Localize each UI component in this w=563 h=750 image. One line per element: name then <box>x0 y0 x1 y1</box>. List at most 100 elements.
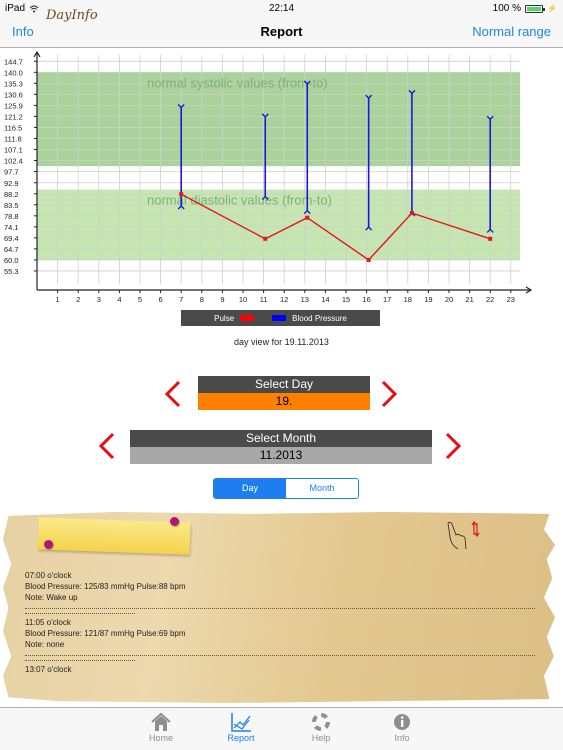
x-tick-label: 15 <box>342 295 350 304</box>
x-tick-label: 20 <box>445 295 453 304</box>
previous-month-arrow-icon[interactable] <box>96 431 118 461</box>
lifebuoy-icon <box>312 713 330 731</box>
x-tick-label: 13 <box>301 295 309 304</box>
x-tick-label: 9 <box>220 295 224 304</box>
x-tick-label: 3 <box>97 295 101 304</box>
x-tick-label: 7 <box>179 295 183 304</box>
report-chart: normal systolic values (from-to) normal d… <box>4 50 533 304</box>
tab-report[interactable]: Report <box>211 712 271 743</box>
x-tick-label: 18 <box>404 295 412 304</box>
entry-2: 11:05 o'clock Blood Pressure: 121/87 mmH… <box>25 617 535 661</box>
y-tick-label: 116.5 <box>4 123 22 132</box>
charging-icon: ⚡ <box>547 4 557 13</box>
legend-bp-swatch <box>272 315 287 321</box>
entry-measurement: Blood Pressure: 125/83 mmHg Pulse:88 bpm <box>25 582 186 591</box>
tab-info[interactable]: Info <box>372 712 432 743</box>
tab-bar: Home Report Help Info <box>0 707 563 750</box>
select-day-title: Select Day <box>198 376 370 393</box>
y-tick-label: 144.7 <box>4 57 23 66</box>
next-day-arrow-icon[interactable] <box>378 379 400 409</box>
x-tick-label: 16 <box>362 295 370 304</box>
y-tick-label: 55.3 <box>4 267 19 276</box>
battery-percent: 100 % <box>492 3 522 14</box>
x-tick-label: 1 <box>56 295 60 304</box>
y-tick-label: 78.8 <box>4 212 19 221</box>
pulse-point <box>263 236 268 241</box>
home-icon <box>151 712 171 731</box>
normal-range-button[interactable]: Normal range <box>472 24 551 39</box>
x-tick-label: 2 <box>76 295 80 304</box>
x-tick-label: 12 <box>280 295 288 304</box>
y-tick-label: 60.0 <box>4 256 19 265</box>
systolic-band-label: normal systolic values (from-to) <box>147 75 328 90</box>
x-tick-label: 11 <box>260 295 268 304</box>
entry-separator <box>25 660 135 661</box>
day-view-caption: day view for 19.11.2013 <box>234 337 329 347</box>
pulse-point <box>488 236 493 241</box>
y-tick-label: 140.0 <box>4 68 23 77</box>
x-tick-label: 5 <box>138 295 142 304</box>
pulse-point <box>409 211 414 216</box>
report-chart-icon <box>231 713 251 732</box>
chart-legend: Pulse Blood Pressure <box>181 310 380 326</box>
x-tick-label: 10 <box>239 295 247 304</box>
entry-separator <box>25 613 135 614</box>
tab-help[interactable]: Help <box>291 712 351 743</box>
y-tick-label: 121.2 <box>4 112 23 121</box>
select-day-picker[interactable]: Select Day 19. <box>198 376 370 410</box>
x-tick-label: 21 <box>465 295 473 304</box>
y-tick-label: 69.4 <box>4 234 19 243</box>
previous-day-arrow-icon[interactable] <box>162 379 184 409</box>
entry-3: 13:07 o'clock <box>25 664 535 675</box>
x-tick-label: 8 <box>200 295 204 304</box>
diastolic-band-label: normal diastolic values (from-to) <box>147 193 332 208</box>
tab-home[interactable]: Home <box>131 712 191 743</box>
tab-help-label: Help <box>311 733 331 743</box>
view-mode-segmented-control: Day Month <box>213 478 359 499</box>
entry-measurement: Blood Pressure: 121/87 mmHg Pulse:69 bpm <box>25 629 186 638</box>
y-tick-label: 83.5 <box>4 201 19 210</box>
x-tick-label: 4 <box>117 295 121 304</box>
segment-day[interactable]: Day <box>214 479 286 498</box>
y-tick-label: 97.7 <box>4 168 19 177</box>
x-tick-label: 23 <box>507 295 515 304</box>
legend-pulse-label: Pulse <box>214 313 235 323</box>
y-tick-label: 64.7 <box>4 245 19 254</box>
entry-note: Note: Wake up <box>25 593 78 602</box>
x-tick-label: 6 <box>159 295 163 304</box>
dayinfo-entries: 07:00 o'clock Blood Pressure: 125/83 mmH… <box>25 570 535 675</box>
x-tick-label: 17 <box>383 295 391 304</box>
x-tick-label: 14 <box>321 295 329 304</box>
y-tick-label: 92.9 <box>4 179 19 188</box>
select-month-title: Select Month <box>130 430 432 447</box>
pushpin-icon <box>44 540 53 549</box>
select-month-picker[interactable]: Select Month 11.2013 <box>130 430 432 464</box>
y-tick-label: 74.1 <box>4 223 19 232</box>
pulse-point <box>179 192 184 197</box>
swipe-gesture-icon[interactable] <box>444 519 484 553</box>
dayinfo-sticky-note <box>37 517 191 555</box>
entry-time: 07:00 o'clock <box>25 571 72 580</box>
y-tick-label: 107.1 <box>4 145 23 154</box>
battery-icon <box>525 4 546 13</box>
info-icon <box>394 714 410 730</box>
entry-time: 13:07 o'clock <box>25 665 72 674</box>
select-day-value[interactable]: 19. <box>198 393 370 410</box>
entry-time: 11:05 o'clock <box>25 618 71 627</box>
pulse-point <box>366 257 371 262</box>
y-tick-label: 102.4 <box>4 156 23 165</box>
tab-info-label: Info <box>394 733 410 743</box>
x-tick-label: 19 <box>424 295 432 304</box>
pulse-point <box>305 215 310 220</box>
x-tick-label: 22 <box>486 295 494 304</box>
select-month-value[interactable]: 11.2013 <box>130 447 432 464</box>
tab-report-label: Report <box>227 733 255 743</box>
entry-1: 07:00 o'clock Blood Pressure: 125/83 mmH… <box>25 570 535 614</box>
legend-pulse-swatch <box>240 315 255 321</box>
y-tick-label: 111.8 <box>4 134 22 143</box>
segment-month[interactable]: Month <box>286 479 358 498</box>
entry-note: Note: none <box>25 640 65 649</box>
next-month-arrow-icon[interactable] <box>442 431 464 461</box>
pushpin-icon <box>170 517 179 526</box>
y-tick-label: 88.2 <box>4 190 19 199</box>
